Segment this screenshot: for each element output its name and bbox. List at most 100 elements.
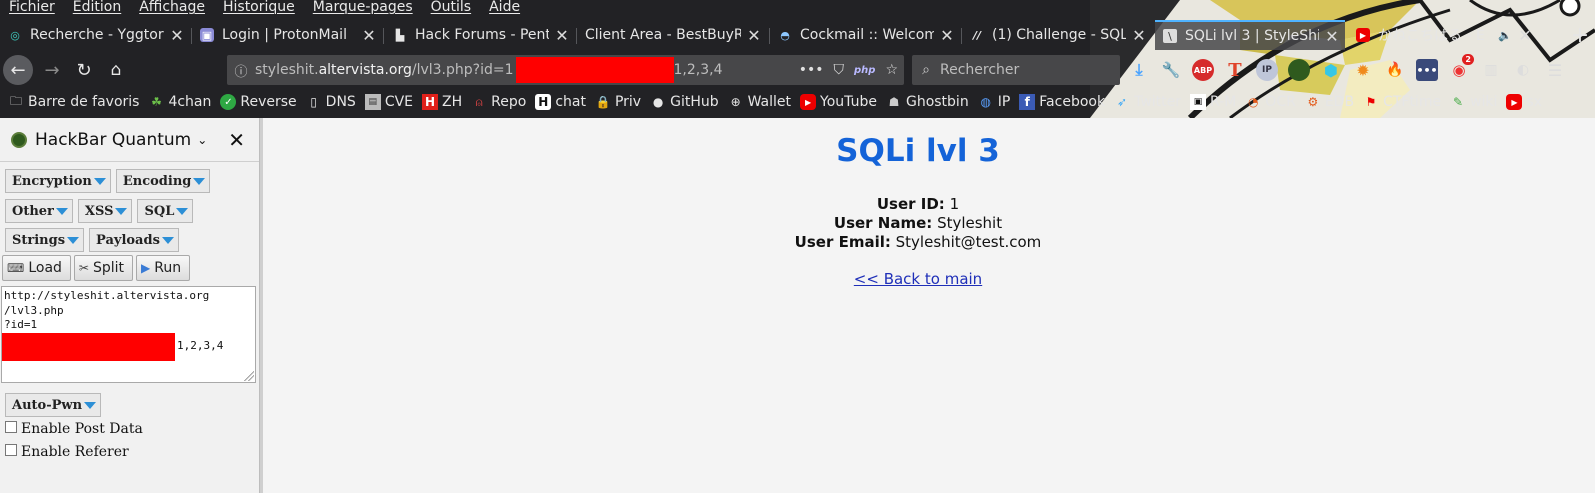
download-icon[interactable]: ⤓ [1128, 59, 1150, 81]
more-icon[interactable]: ••• [799, 62, 824, 78]
bookmark-github[interactable]: ● GitHub [650, 94, 719, 110]
bookmark-label: OCR [1265, 94, 1296, 110]
close-icon[interactable]: ✕ [362, 26, 376, 45]
menu-affichage[interactable]: Affichage [130, 0, 214, 19]
bookmark-repo[interactable]: ⍝ Repo [471, 94, 527, 110]
back-to-main-link[interactable]: << Back to main [263, 270, 1573, 288]
bookmark-facebook[interactable]: f Facebook [1019, 94, 1105, 110]
close-icon[interactable]: ✕ [940, 26, 954, 45]
chevron-down-icon[interactable]: ⌄ [197, 133, 207, 147]
php-icon[interactable]: php [854, 65, 875, 76]
hackbar-menu-row: Strings Payloads [5, 228, 179, 252]
reload-button[interactable]: ↻ [72, 58, 96, 82]
forward-button[interactable]: → [40, 58, 64, 82]
ip-icon[interactable]: IP [1256, 59, 1278, 81]
speaker-icon[interactable]: 🔈 [1498, 29, 1512, 42]
flame-icon[interactable]: 🔥 [1384, 59, 1406, 81]
run-button[interactable]: ▶ Run [136, 255, 191, 281]
tab-hackforums[interactable]: ▙ Hack Forums - Pentest ✕ [385, 20, 575, 50]
bookmark-sx[interactable]: ▶ sx [1506, 94, 1542, 110]
tab-youtube[interactable]: ▶ かねこちはる - E 🔈 ✕ [1348, 20, 1538, 50]
tab-cockmail[interactable]: ◓ Cockmail :: Welcome ✕ [770, 20, 960, 50]
bookmark-wiki[interactable]: ✎ wiki [1450, 94, 1497, 110]
pocket-icon[interactable]: ⛉ [834, 62, 845, 78]
resize-grip-icon[interactable] [244, 371, 254, 381]
info-icon[interactable]: ⓘ [227, 61, 255, 80]
notif-icon[interactable]: ◉ 2 [1448, 54, 1474, 81]
search-bar[interactable]: ⌕ Rechercher [912, 55, 1120, 85]
menu-historique[interactable]: Historique [214, 0, 304, 19]
t-icon[interactable]: T [1224, 59, 1246, 81]
split-button[interactable]: ✂ Split [73, 255, 134, 281]
url-text[interactable]: styleshit.altervista.org/lvl3.php?id=1 1,… [255, 57, 722, 83]
h-chat-icon: H [535, 94, 552, 110]
bookmark-ctftime[interactable]: ⚑ CTFtime [1363, 94, 1441, 110]
bookmark-chat[interactable]: Hchat [535, 94, 586, 110]
bookmark-priv[interactable]: 🔒 Priv [595, 94, 641, 110]
bookmark-edb[interactable]: ⚙ EDB [1305, 94, 1354, 110]
menu-icon[interactable]: ☰ [1544, 59, 1566, 81]
bookmark-4chan[interactable]: ☘ 4chan [148, 94, 211, 110]
tab-title: Hack Forums - Pentest [415, 27, 549, 43]
bookmark-rm[interactable]: ▣ R-M [1190, 94, 1236, 110]
new-tab-button[interactable]: + [1568, 20, 1592, 50]
home-button[interactable]: ⌂ [104, 58, 128, 82]
hackbar-icon[interactable] [1288, 59, 1310, 81]
url-textarea[interactable]: http://styleshit.altervista.org /lvl3.ph… [1, 286, 256, 383]
menu-aide[interactable]: Aide [480, 0, 529, 19]
close-icon[interactable]: ✕ [1325, 27, 1339, 46]
back-button[interactable]: ← [3, 55, 33, 85]
sync-icon[interactable]: ◐ [1512, 59, 1534, 81]
bookmark-barre-de-favoris[interactable]: 🗀 Barre de favoris [8, 94, 139, 111]
close-icon[interactable]: ✕ [1132, 26, 1146, 45]
bookmark-twitter[interactable]: ➶ Twitter [1114, 94, 1181, 110]
tab-challenge[interactable]: // (1) Challenge - SQLi ✕ [962, 20, 1152, 50]
sql-menu[interactable]: SQL [137, 199, 194, 223]
user-name-line: User Name: Styleshit [263, 214, 1573, 232]
checkbox[interactable] [5, 421, 17, 433]
url-bar[interactable]: ⓘ styleshit.altervista.org/lvl3.php?id=1… [227, 55, 904, 85]
more-icon[interactable]: ••• [1416, 59, 1438, 81]
bookmark-reverse[interactable]: ✓ Reverse [220, 94, 297, 110]
tab-yggtorrent[interactable]: ◎ Recherche - Yggtorrent ✕ [0, 20, 190, 50]
bookmark-youtube[interactable]: ▶ YouTube [800, 94, 877, 110]
bookmark-dns[interactable]: ▯ DNS [306, 94, 355, 110]
enable-post-checkbox[interactable]: Enable Post Data [5, 421, 143, 437]
bookmarks-bar: 🗀 Barre de favoris ☘ 4chan ✓ Reverse ▯ DNS ▤… [0, 91, 1542, 113]
checkbox[interactable] [5, 444, 17, 456]
encryption-menu[interactable]: Encryption [5, 169, 111, 193]
tab-bestbuyrdp[interactable]: Client Area - BestBuyRDP ✕ [577, 20, 767, 50]
close-icon[interactable]: ✕ [555, 26, 569, 45]
payloads-menu[interactable]: Payloads [89, 228, 179, 252]
enable-referer-checkbox[interactable]: Enable Referer [5, 444, 129, 460]
cube-icon[interactable]: ⬢ [1320, 59, 1342, 81]
bookmark-wallet[interactable]: ⊕ Wallet [728, 94, 791, 110]
bookmark-ip[interactable]: ◍ IP [978, 94, 1010, 110]
xss-menu[interactable]: XSS [77, 199, 133, 223]
close-icon[interactable]: ✕ [747, 26, 761, 45]
tab-sqli-lvl3[interactable]: \ SQLi lvl 3 | StyleShit ✕ [1155, 20, 1345, 50]
close-icon[interactable]: ✕ [1518, 26, 1532, 45]
bookmark-zh[interactable]: H ZH [422, 94, 462, 110]
strings-menu[interactable]: Strings [5, 228, 85, 252]
sidebar-title[interactable]: HackBar Quantum [35, 130, 191, 150]
menu-edition[interactable]: Edition [64, 0, 130, 19]
bookmark-cve[interactable]: ▤ CVE [364, 94, 413, 110]
load-button[interactable]: ⌨ Load [2, 255, 71, 281]
gear-orange-icon[interactable]: ✹ [1352, 59, 1374, 81]
other-menu[interactable]: Other [5, 199, 73, 223]
close-icon[interactable]: ✕ [228, 128, 245, 152]
bookmark-star-icon[interactable]: ☆ [885, 62, 898, 78]
encoding-menu[interactable]: Encoding [115, 169, 211, 193]
menu-marque-pages[interactable]: Marque-pages [304, 0, 422, 19]
menu-fichier[interactable]: Fichier [0, 0, 64, 19]
close-icon[interactable]: ✕ [170, 26, 184, 45]
autopwn-menu[interactable]: Auto-Pwn [5, 393, 102, 417]
tab-protonmail[interactable]: ▣ Login | ProtonMail ✕ [192, 20, 382, 50]
wrench-icon[interactable]: 🔧 [1160, 59, 1182, 81]
menu-outils[interactable]: Outils [422, 0, 480, 19]
bookmark-ghostbin[interactable]: ☗ Ghostbin [886, 94, 969, 110]
sidebar-icon[interactable]: ▥ [1480, 59, 1502, 81]
bookmark-ocr[interactable]: ◔ OCR [1245, 94, 1296, 110]
adblock-icon[interactable]: ABP [1192, 59, 1214, 81]
